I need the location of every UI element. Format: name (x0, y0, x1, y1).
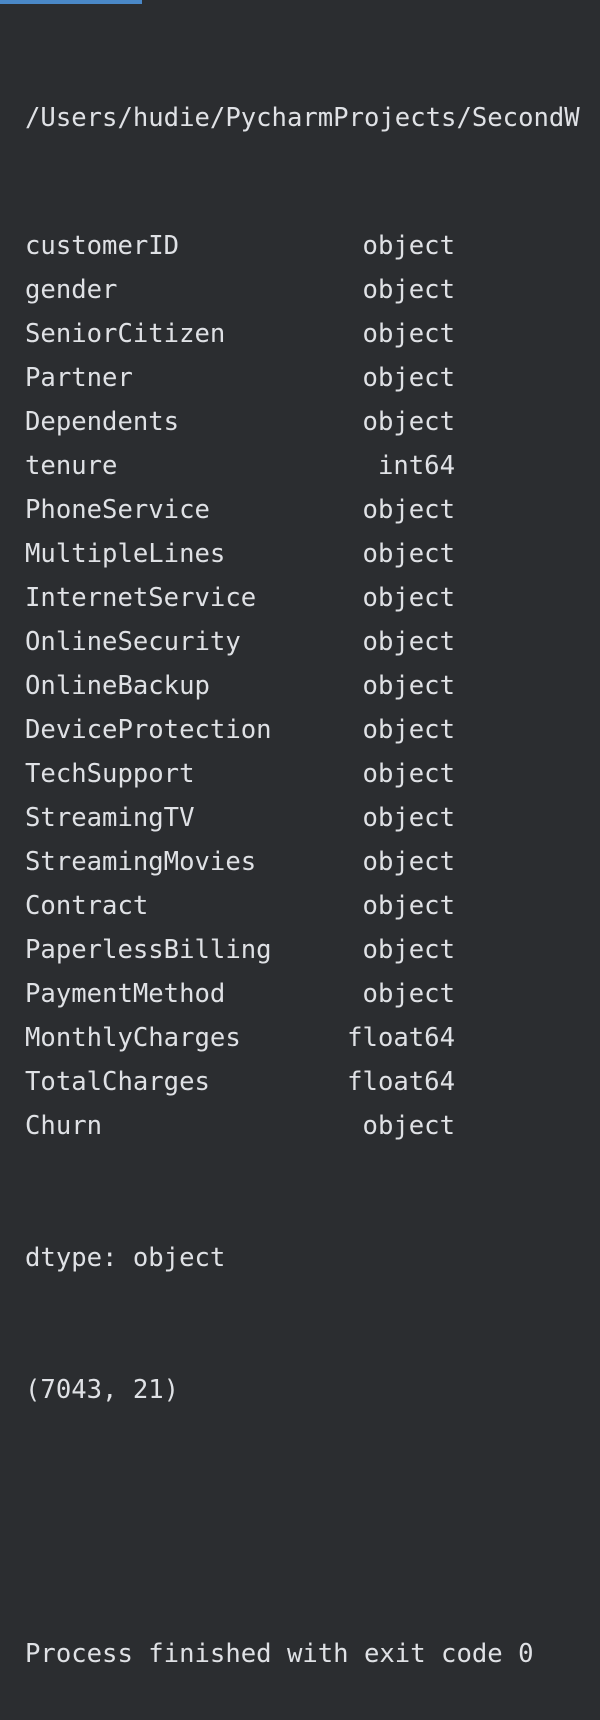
column-dtype: object (362, 979, 455, 1009)
column-name: StreamingMovies (25, 847, 257, 877)
column-dtype: object (362, 627, 455, 657)
column-name: tenure (25, 451, 118, 481)
column-dtype: object (362, 319, 455, 349)
dtype-row: InternetService object (25, 576, 600, 620)
dtypes-list: customerID object gender object SeniorCitize… (25, 224, 600, 1148)
dtype-row: TotalCharges float64 (25, 1060, 600, 1104)
column-dtype: object (362, 935, 455, 965)
dtype-row: MultipleLines object (25, 532, 600, 576)
dtype-row: Dependents object (25, 400, 600, 444)
dtype-row: Contract object (25, 884, 600, 928)
column-dtype: object (362, 891, 455, 921)
column-name: TotalCharges (25, 1067, 210, 1097)
dtype-row: Partner object (25, 356, 600, 400)
column-name: customerID (25, 231, 180, 261)
dtype-row: OnlineSecurity object (25, 620, 600, 664)
dtype-row: customerID object (25, 224, 600, 268)
column-name: Churn (25, 1111, 103, 1141)
column-name: PhoneService (25, 495, 210, 525)
column-dtype: object (362, 407, 455, 437)
column-dtype: float64 (347, 1067, 455, 1097)
exit-message-line: Process finished with exit code 0 (25, 1639, 534, 1669)
dtype-row: PaperlessBilling object (25, 928, 600, 972)
column-dtype: object (362, 847, 455, 877)
dtype-row: Churn object (25, 1104, 600, 1148)
shape-line: (7043, 21) (25, 1375, 180, 1405)
column-name: OnlineBackup (25, 671, 210, 701)
column-dtype: object (362, 715, 455, 745)
dtype-row: StreamingMovies object (25, 840, 600, 884)
column-dtype: int64 (377, 451, 455, 481)
column-dtype: object (362, 671, 455, 701)
run-progress-bar (0, 0, 142, 4)
column-name: MonthlyCharges (25, 1023, 241, 1053)
column-dtype: object (362, 231, 455, 261)
dtype-summary-line: dtype: object (25, 1243, 226, 1273)
column-name: gender (25, 275, 118, 305)
column-name: PaperlessBilling (25, 935, 272, 965)
dtype-row: DeviceProtection object (25, 708, 600, 752)
column-dtype: float64 (347, 1023, 455, 1053)
dtype-row: PhoneService object (25, 488, 600, 532)
column-name: Dependents (25, 407, 180, 437)
column-dtype: object (362, 275, 455, 305)
console-output: /Users/hudie/PycharmProjects/SecondW cus… (25, 8, 600, 1720)
column-name: Partner (25, 363, 133, 393)
dtype-row: SeniorCitizen object (25, 312, 600, 356)
dtype-row: StreamingTV object (25, 796, 600, 840)
column-name: PaymentMethod (25, 979, 226, 1009)
dtype-row: OnlineBackup object (25, 664, 600, 708)
column-name: OnlineSecurity (25, 627, 241, 657)
column-dtype: object (362, 583, 455, 613)
column-name: StreamingTV (25, 803, 195, 833)
column-name: MultipleLines (25, 539, 226, 569)
column-dtype: object (362, 539, 455, 569)
dtype-row: tenure int64 (25, 444, 600, 488)
column-dtype: object (362, 803, 455, 833)
column-dtype: object (362, 363, 455, 393)
column-dtype: object (362, 495, 455, 525)
column-name: SeniorCitizen (25, 319, 226, 349)
column-dtype: object (362, 759, 455, 789)
column-dtype: object (362, 1111, 455, 1141)
dtype-row: gender object (25, 268, 600, 312)
column-name: DeviceProtection (25, 715, 272, 745)
column-name: TechSupport (25, 759, 195, 789)
dtype-row: MonthlyCharges float64 (25, 1016, 600, 1060)
column-name: Contract (25, 891, 149, 921)
dtype-row: PaymentMethod object (25, 972, 600, 1016)
column-name: InternetService (25, 583, 257, 613)
dtype-row: TechSupport object (25, 752, 600, 796)
script-path-line: /Users/hudie/PycharmProjects/SecondW (25, 103, 580, 133)
